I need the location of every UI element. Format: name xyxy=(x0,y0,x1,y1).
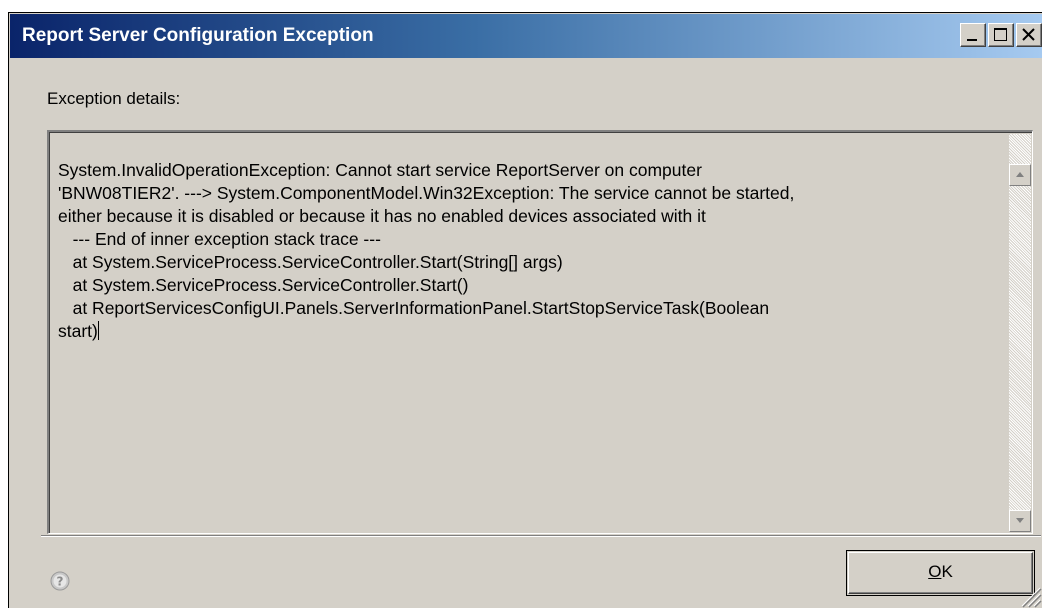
scroll-up-button[interactable] xyxy=(1009,164,1031,186)
minimize-button[interactable] xyxy=(960,23,986,47)
exception-details-text[interactable]: System.InvalidOperationException: Cannot… xyxy=(58,159,988,343)
resize-grip-icon xyxy=(1021,587,1042,608)
textbox-inner-border: System.InvalidOperationException: Cannot… xyxy=(49,132,1032,533)
maximize-icon xyxy=(994,28,1007,41)
minimize-icon xyxy=(967,39,977,41)
caption-buttons xyxy=(958,23,1042,47)
arrow-up-icon xyxy=(1016,172,1024,177)
svg-text:?: ? xyxy=(57,575,64,589)
exception-details-textbox[interactable]: System.InvalidOperationException: Cannot… xyxy=(47,130,1033,534)
close-button[interactable] xyxy=(1016,23,1042,47)
ok-label-rest: K xyxy=(941,562,953,581)
vertical-scrollbar[interactable] xyxy=(1009,134,1031,532)
scroll-down-button[interactable] xyxy=(1009,510,1031,532)
exception-details-label: Exception details: xyxy=(47,89,181,108)
arrow-down-icon xyxy=(1016,518,1024,523)
ok-button-label: OK xyxy=(847,562,1034,582)
footer-separator xyxy=(41,535,1041,537)
question-mark-icon: ? xyxy=(50,571,70,591)
title-bar[interactable]: Report Server Configuration Exception xyxy=(10,14,1042,58)
exception-dialog: Report Server Configuration Exception Ex… xyxy=(8,12,1042,608)
ok-access-key: O xyxy=(928,562,942,581)
maximize-button[interactable] xyxy=(988,23,1014,47)
help-icon[interactable]: ? xyxy=(49,570,71,592)
ok-button[interactable]: OK xyxy=(846,550,1035,596)
exception-text-content: System.InvalidOperationException: Cannot… xyxy=(58,160,795,341)
close-icon xyxy=(1022,28,1035,41)
window-title: Report Server Configuration Exception xyxy=(22,25,374,46)
resize-grip[interactable] xyxy=(1016,582,1042,608)
text-caret xyxy=(97,321,99,340)
